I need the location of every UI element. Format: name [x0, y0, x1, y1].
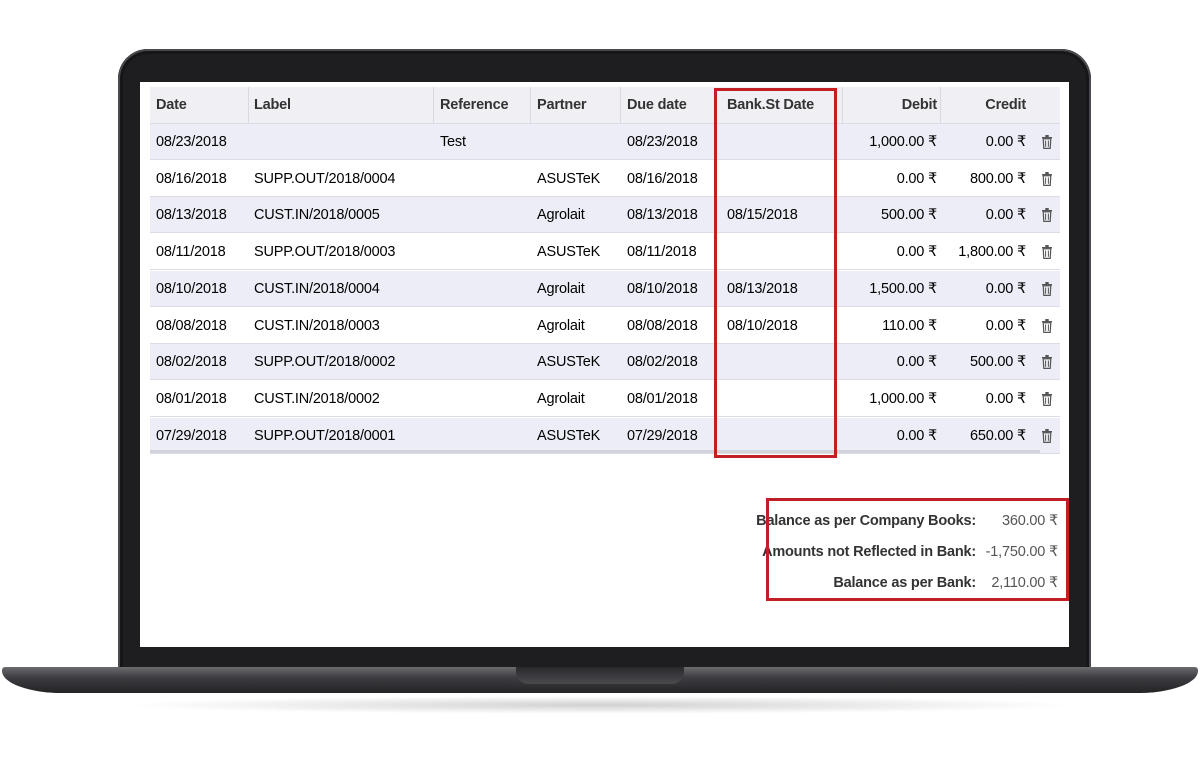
cell-debit: 500.00 ₹: [880, 207, 937, 224]
cell-date: 08/10/2018: [156, 280, 227, 297]
column-header-credit[interactable]: Credit: [985, 87, 1026, 124]
cell-due-date: 08/16/2018: [627, 170, 698, 187]
trash-icon[interactable]: [1042, 318, 1052, 333]
laptop-shadow: [120, 696, 1080, 714]
cell-debit: 0.00 ₹: [896, 244, 937, 261]
trash-icon[interactable]: [1042, 135, 1052, 149]
cell-label: CUST.IN/2018/0003: [254, 317, 380, 334]
cell-debit: 1,000.00 ₹: [869, 390, 937, 407]
trash-icon[interactable]: [1042, 355, 1052, 370]
column-divider: [248, 87, 249, 124]
column-divider: [433, 87, 434, 124]
cell-debit: 0.00 ₹: [896, 170, 937, 187]
cell-date: 08/23/2018: [156, 134, 227, 150]
cell-partner: ASUSTeK: [537, 427, 601, 444]
cell-partner: Agrolait: [537, 390, 585, 407]
trash-icon[interactable]: [1042, 245, 1052, 260]
cell-due-date: 08/02/2018: [627, 354, 698, 371]
trash-icon[interactable]: [1042, 208, 1052, 223]
cell-credit: 0.00 ₹: [985, 207, 1026, 224]
cell-due-date: 08/08/2018: [627, 317, 698, 334]
cell-due-date: 08/01/2018: [627, 390, 698, 407]
cell-date: 08/16/2018: [156, 170, 227, 187]
cell-reference: Test: [440, 134, 466, 150]
column-header-reference[interactable]: Reference: [440, 87, 509, 124]
column-header-label[interactable]: Label: [254, 87, 291, 124]
cell-date: 08/02/2018: [156, 354, 227, 371]
column-divider: [620, 87, 621, 124]
table-row[interactable]: 08/08/2018 CUST.IN/2018/0003 Agrolait 08/08…: [150, 307, 1060, 344]
cell-debit: 110.00 ₹: [882, 317, 937, 334]
cell-label: SUPP.OUT/2018/0004: [254, 170, 396, 187]
summary-highlight: [766, 498, 1069, 601]
table-row[interactable]: 07/29/2018 SUPP.OUT/2018/0001 ASUSTeK 07/29…: [150, 417, 1060, 454]
cell-label: CUST.IN/2018/0002: [254, 390, 380, 407]
cell-partner: ASUSTeK: [537, 170, 601, 187]
cell-partner: Agrolait: [537, 207, 585, 224]
table-row[interactable]: 08/23/2018 Test 08/23/2018 1,000.00 ₹ 0.00 ₹: [150, 124, 1060, 160]
cell-due-date: 08/23/2018: [627, 134, 698, 150]
cell-date: 08/13/2018: [156, 207, 227, 224]
column-divider: [940, 87, 941, 124]
screen: Date Label Reference Partner Due date Ba…: [140, 82, 1069, 647]
table-row[interactable]: 08/02/2018 SUPP.OUT/2018/0002 ASUSTeK 08/02…: [150, 344, 1060, 381]
cell-label: SUPP.OUT/2018/0003: [254, 244, 396, 261]
cell-date: 08/11/2018: [156, 244, 226, 261]
cell-credit: 650.00 ₹: [969, 427, 1026, 444]
trash-icon[interactable]: [1042, 171, 1052, 186]
cell-due-date: 08/10/2018: [627, 280, 698, 297]
trash-icon[interactable]: [1042, 391, 1052, 406]
cell-credit: 1,800.00 ₹: [958, 244, 1026, 261]
column-header-partner[interactable]: Partner: [537, 87, 587, 124]
cell-date: 07/29/2018: [156, 427, 227, 444]
cell-credit: 0.00 ₹: [985, 390, 1026, 407]
laptop-notch: [516, 667, 684, 684]
cell-debit: 1,500.00 ₹: [869, 280, 937, 297]
cell-credit: 0.00 ₹: [985, 134, 1026, 150]
cell-credit: 0.00 ₹: [985, 280, 1026, 297]
column-header-date[interactable]: Date: [156, 87, 187, 124]
table-footer-line: [150, 450, 1040, 453]
cell-debit: 1,000.00 ₹: [869, 134, 937, 150]
cell-label: CUST.IN/2018/0004: [254, 280, 380, 297]
table-row[interactable]: 08/16/2018 SUPP.OUT/2018/0004 ASUSTeK 08/16…: [150, 160, 1060, 197]
column-header-debit[interactable]: Debit: [902, 87, 937, 124]
table-row[interactable]: 08/13/2018 CUST.IN/2018/0005 Agrolait 08/13…: [150, 197, 1060, 234]
cell-label: SUPP.OUT/2018/0002: [254, 354, 396, 371]
table-header: Date Label Reference Partner Due date Ba…: [150, 87, 1060, 124]
trash-icon[interactable]: [1042, 428, 1052, 443]
trash-icon[interactable]: [1042, 281, 1052, 296]
cell-label: SUPP.OUT/2018/0001: [254, 427, 396, 444]
cell-date: 08/08/2018: [156, 317, 227, 334]
table-row[interactable]: 08/10/2018 CUST.IN/2018/0004 Agrolait 08/10…: [150, 270, 1060, 307]
cell-due-date: 08/11/2018: [627, 244, 697, 261]
cell-credit: 500.00 ₹: [969, 354, 1026, 371]
column-divider: [842, 87, 843, 124]
cell-partner: Agrolait: [537, 317, 585, 334]
bank-st-date-highlight: [714, 88, 837, 458]
cell-partner: ASUSTeK: [537, 354, 601, 371]
column-divider: [530, 87, 531, 124]
cell-date: 08/01/2018: [156, 390, 227, 407]
cell-label: CUST.IN/2018/0005: [254, 207, 380, 224]
cell-due-date: 07/29/2018: [627, 427, 698, 444]
table-row[interactable]: 08/11/2018 SUPP.OUT/2018/0003 ASUSTeK 08/11…: [150, 234, 1060, 271]
cell-debit: 0.00 ₹: [896, 354, 937, 371]
cell-partner: ASUSTeK: [537, 244, 601, 261]
cell-partner: Agrolait: [537, 280, 585, 297]
cell-due-date: 08/13/2018: [627, 207, 698, 224]
column-header-due-date[interactable]: Due date: [627, 87, 687, 124]
table-row[interactable]: 08/01/2018 CUST.IN/2018/0002 Agrolait 08/01…: [150, 380, 1060, 417]
cell-credit: 0.00 ₹: [985, 317, 1026, 334]
cell-debit: 0.00 ₹: [896, 427, 937, 444]
cell-credit: 800.00 ₹: [969, 170, 1026, 187]
